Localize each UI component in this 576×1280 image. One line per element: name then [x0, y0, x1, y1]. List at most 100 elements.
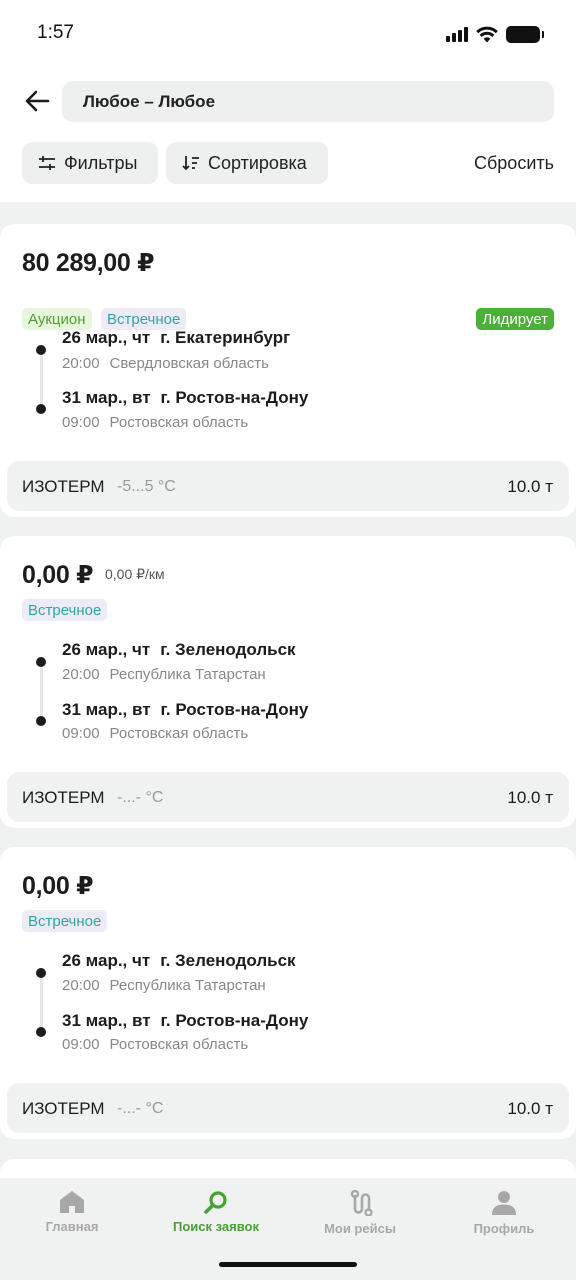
cargo-temperature: -...- °C	[117, 789, 164, 806]
profile-icon	[492, 1191, 516, 1215]
destination-time-region: 09:00 Ростовская область	[62, 1036, 248, 1053]
wifi-icon	[476, 26, 498, 42]
origin-region: Свердловская область	[109, 355, 269, 372]
cargo-type: ИЗОТЕРМ	[22, 477, 105, 496]
destination-date: 31 мар., вт	[62, 1011, 151, 1030]
home-bar	[0, 1250, 576, 1280]
origin-region: Республика Татарстан	[109, 977, 266, 994]
origin-dot	[36, 345, 46, 355]
cargo-type: ИЗОТЕРМ	[22, 1099, 105, 1118]
destination-date: 31 мар., вт	[62, 700, 151, 719]
origin-time-region: 20:00 Республика Татарстан	[62, 977, 266, 994]
destination-time: 09:00	[62, 725, 100, 742]
destination-date-city: 31 мар., вт г. Ростов-на-Дону	[62, 1011, 308, 1031]
order-card[interactable]	[0, 1159, 576, 1178]
origin-date-city: 26 мар., чт г. Зеленодольск	[62, 640, 296, 660]
destination-date: 31 мар., вт	[62, 388, 151, 407]
cargo-row: ИЗОТЕРМ -5...5 °C 10.0 т	[7, 461, 569, 511]
origin-time: 20:00	[62, 666, 100, 683]
route-line	[40, 350, 43, 408]
home-icon	[60, 1191, 84, 1213]
cargo-weight: 10.0 т	[507, 477, 553, 496]
leading-status-badge: Лидирует	[476, 308, 554, 330]
origin-date: 26 мар., чт	[62, 951, 151, 970]
destination-time: 09:00	[62, 414, 100, 431]
back-arrow-icon	[25, 90, 50, 112]
search-icon	[204, 1191, 227, 1214]
nav-label-trips: Мои рейсы	[324, 1221, 396, 1236]
counter-badge: Встречное	[22, 910, 108, 932]
sort-icon	[182, 156, 199, 171]
destination-region: Ростовская область	[109, 725, 249, 742]
order-card[interactable]: 80 289,00 ₽ Аукцион Встречное Лидирует 2…	[0, 224, 576, 517]
signal-icon	[446, 26, 468, 42]
auction-badge: Аукцион	[22, 308, 92, 330]
nav-label-home: Главная	[45, 1219, 99, 1234]
origin-date: 26 мар., чт	[62, 328, 151, 347]
search-header: Любое – Любое Фильтры Сортировка Сбросит…	[0, 66, 576, 202]
cargo-temperature: -5...5 °C	[117, 478, 176, 495]
cargo-temperature: -...- °C	[117, 1100, 164, 1117]
nav-label-search: Поиск заявок	[173, 1219, 259, 1234]
back-button[interactable]	[18, 86, 56, 116]
destination-city: г. Ростов-на-Дону	[160, 700, 309, 719]
origin-time-region: 20:00 Республика Татарстан	[62, 666, 266, 683]
origin-region: Республика Татарстан	[109, 666, 266, 683]
filters-label: Фильтры	[64, 152, 138, 173]
order-price: 0,00 ₽	[22, 561, 94, 589]
destination-time: 09:00	[62, 1036, 100, 1053]
destination-dot	[36, 716, 46, 726]
origin-date: 26 мар., чт	[62, 640, 151, 659]
origin-date-city: 26 мар., чт г. Екатеринбург	[62, 328, 290, 348]
origin-time: 20:00	[62, 977, 100, 994]
order-card[interactable]: 0,00 ₽ Встречное 26 мар., чт г. Зеленодол…	[0, 847, 576, 1139]
origin-time-region: 20:00 Свердловская область	[62, 355, 269, 372]
bottom-navigation: Главная Поиск заявок Мои рейсы Профиль	[0, 1178, 576, 1250]
status-bar: 1:57	[0, 0, 576, 66]
origin-date-city: 26 мар., чт г. Зеленодольск	[62, 951, 296, 971]
home-indicator[interactable]	[219, 1262, 357, 1267]
nav-item-trips[interactable]: Мои рейсы	[288, 1178, 432, 1250]
status-icons	[446, 24, 544, 44]
nav-item-profile[interactable]: Профиль	[432, 1178, 576, 1250]
route-search-value: Любое – Любое	[83, 91, 216, 111]
destination-region: Ростовская область	[109, 414, 249, 431]
origin-city: г. Зеленодольск	[160, 951, 296, 970]
destination-city: г. Ростов-на-Дону	[160, 388, 309, 407]
reset-button[interactable]: Сбросить	[474, 153, 554, 174]
origin-city: г. Екатеринбург	[160, 328, 291, 347]
destination-date-city: 31 мар., вт г. Ростов-на-Дону	[62, 700, 308, 720]
destination-city: г. Ростов-на-Дону	[160, 1011, 309, 1030]
order-card[interactable]: 0,00 ₽ 0,00 ₽/км Встречное 26 мар., чт г.…	[0, 536, 576, 828]
route-line	[40, 973, 43, 1031]
status-time: 1:57	[37, 22, 74, 43]
nav-label-profile: Профиль	[473, 1221, 535, 1236]
order-price: 80 289,00 ₽	[22, 249, 155, 277]
route-search-field[interactable]: Любое – Любое	[62, 81, 554, 122]
cargo-row: ИЗОТЕРМ -...- °C 10.0 т	[7, 772, 569, 822]
sort-label: Сортировка	[208, 152, 307, 173]
orders-list[interactable]: 80 289,00 ₽ Аукцион Встречное Лидирует 2…	[0, 202, 576, 1178]
filters-icon	[39, 156, 55, 170]
origin-city: г. Зеленодольск	[160, 640, 296, 659]
nav-item-home[interactable]: Главная	[0, 1178, 144, 1250]
cargo-weight: 10.0 т	[507, 788, 553, 807]
counter-badge: Встречное	[22, 599, 108, 621]
destination-time-region: 09:00 Ростовская область	[62, 414, 248, 431]
destination-date-city: 31 мар., вт г. Ростов-на-Дону	[62, 388, 308, 408]
destination-region: Ростовская область	[109, 1036, 249, 1053]
cargo-type: ИЗОТЕРМ	[22, 788, 105, 807]
cargo-weight: 10.0 т	[507, 1099, 553, 1118]
sort-button[interactable]: Сортировка	[166, 142, 328, 184]
nav-item-search[interactable]: Поиск заявок	[144, 1178, 288, 1250]
cargo-row: ИЗОТЕРМ -...- °C 10.0 т	[7, 1083, 569, 1133]
route-line	[40, 662, 43, 720]
destination-time-region: 09:00 Ростовская область	[62, 725, 248, 742]
counter-badge: Встречное	[101, 308, 187, 330]
origin-dot	[36, 657, 46, 667]
origin-dot	[36, 968, 46, 978]
destination-dot	[36, 1027, 46, 1037]
route-icon	[350, 1190, 373, 1216]
filters-button[interactable]: Фильтры	[22, 142, 158, 184]
battery-icon	[506, 25, 544, 43]
